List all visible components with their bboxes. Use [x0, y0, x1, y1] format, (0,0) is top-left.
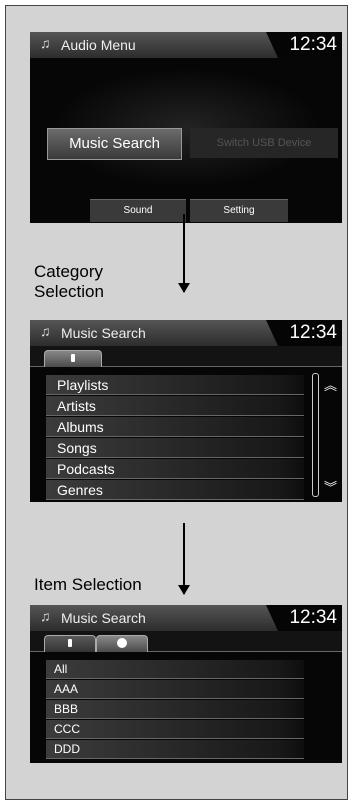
list-item[interactable]: All	[46, 660, 304, 679]
scroll-up-icon[interactable]: ︽	[324, 375, 337, 394]
list-item[interactable]: Albums	[46, 417, 304, 437]
disc-icon	[117, 638, 127, 648]
tab-device[interactable]	[44, 635, 96, 652]
flow-arrow-icon	[178, 523, 190, 595]
clock: 12:34	[289, 34, 337, 55]
usb-device-icon	[71, 354, 75, 362]
header-bar: ♫ Music Search 12:34	[30, 320, 342, 346]
tab-category[interactable]	[96, 635, 148, 652]
music-search-button[interactable]: Music Search	[47, 128, 182, 160]
screen-title: Audio Menu	[61, 37, 136, 53]
list-item[interactable]: Artists	[46, 396, 304, 416]
item-selection-screen: ♫ Music Search 12:34 All AAA BBB CCC DDD	[30, 605, 342, 763]
setting-button[interactable]: Setting	[190, 199, 288, 222]
switch-usb-device-button[interactable]: Switch USB Device	[190, 128, 338, 158]
list-item[interactable]: Podcasts	[46, 459, 304, 479]
list-item[interactable]: DDD	[46, 740, 304, 759]
screen-title: Music Search	[61, 325, 146, 341]
usb-device-icon	[68, 639, 72, 647]
list-item[interactable]: Genres	[46, 480, 304, 500]
item-selection-label: Item Selection	[34, 575, 142, 594]
music-note-icon: ♫	[40, 35, 51, 51]
music-note-icon: ♫	[40, 323, 51, 339]
clock: 12:34	[289, 607, 337, 628]
screen-title: Music Search	[61, 610, 146, 626]
list-item[interactable]: BBB	[46, 700, 304, 719]
clock: 12:34	[289, 322, 337, 343]
flow-arrow-icon	[178, 214, 190, 293]
list-item[interactable]: Playlists	[46, 375, 304, 395]
sound-button[interactable]: Sound	[90, 199, 186, 222]
list-item[interactable]: Songs	[46, 438, 304, 458]
music-note-icon: ♫	[40, 608, 51, 624]
scrollbar[interactable]	[312, 373, 319, 497]
list-item[interactable]: CCC	[46, 720, 304, 739]
clock-tab: 12:34	[266, 32, 342, 58]
header-bar: ♫ Audio Menu 12:34	[30, 32, 342, 58]
tab-device[interactable]	[44, 350, 102, 367]
scroll-down-icon[interactable]: ︾	[324, 477, 337, 496]
category-selection-label: Category Selection	[34, 262, 104, 301]
audio-menu-screen: ♫ Audio Menu 12:34 Music Search Switch U…	[30, 32, 342, 223]
list-item[interactable]: AAA	[46, 680, 304, 699]
category-selection-screen: ♫ Music Search 12:34 Playlists Artists A…	[30, 320, 342, 502]
manual-panel: ♫ Audio Menu 12:34 Music Search Switch U…	[5, 5, 348, 800]
header-bar: ♫ Music Search 12:34	[30, 605, 342, 631]
clock-tab: 12:34	[266, 320, 342, 346]
clock-tab: 12:34	[266, 605, 342, 631]
